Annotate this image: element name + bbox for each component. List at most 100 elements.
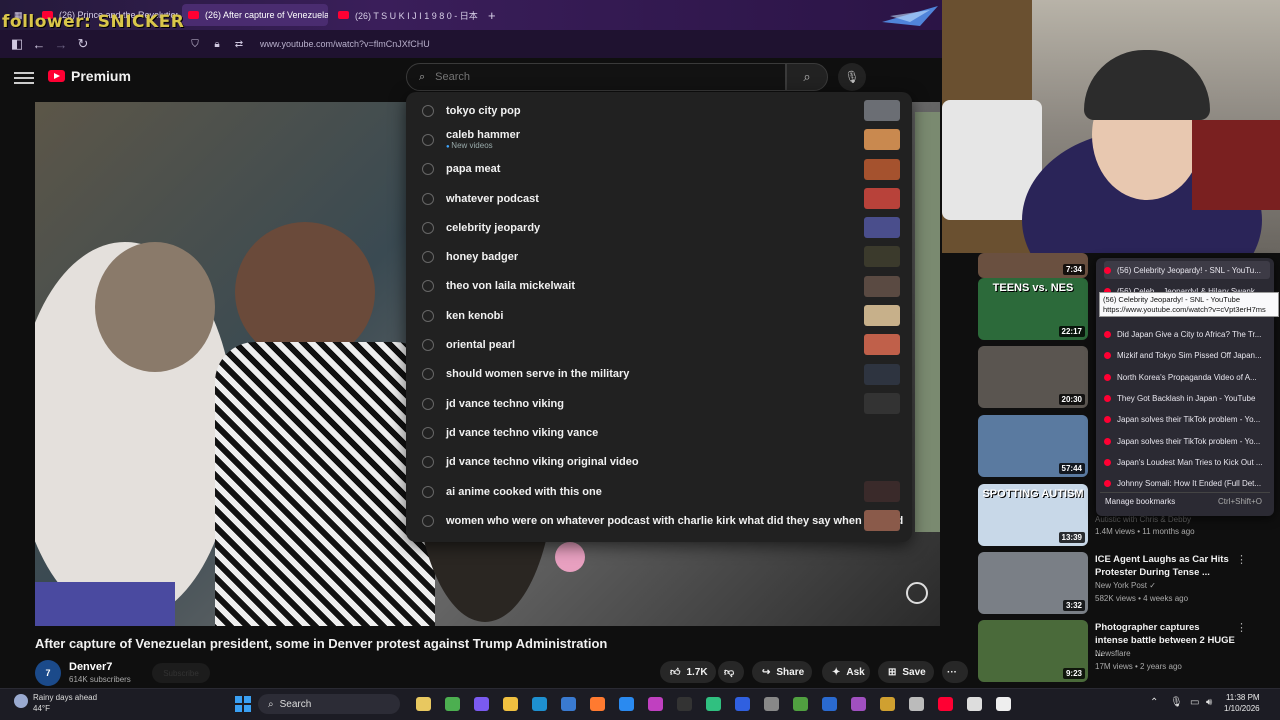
suggestion-thumbnail[interactable] [864,334,900,356]
app-p-icon[interactable] [648,697,663,711]
edge-app-icon[interactable] [532,697,547,711]
suggestion-thumbnail[interactable] [864,510,900,532]
bookmark-item[interactable]: Japan's Loudest Man Tries to Kick Out ..… [1104,453,1270,471]
forward-arrow-icon[interactable]: → [50,33,72,55]
bookmark-item[interactable]: Johnny Somali: How It Ended (Full Det... [1104,474,1270,492]
windows-start-icon[interactable] [235,696,251,712]
volume-icon[interactable]: 🔊︎ [1206,697,1212,708]
recommendation-thumbnail[interactable]: TEENS vs. NES 22:17 [978,278,1088,340]
suggestion-item[interactable]: should women serve in the military [406,360,912,389]
recommendation-thumbnail[interactable]: 20:30 [978,346,1088,408]
bookmark-item[interactable]: North Korea's Propaganda Video of A... [1104,368,1270,386]
save-button[interactable]: ⊞ Save [878,661,934,683]
channel-name[interactable]: Denver7 [69,661,112,673]
suggestion-item[interactable]: celebrity jeopardy [406,213,912,242]
bookmark-item[interactable]: Japan solves their TikTok problem - Yo..… [1104,432,1270,450]
messenger-app-icon[interactable] [619,697,634,711]
new-tab-button[interactable]: + [482,4,504,26]
sidebar-toggle-icon[interactable]: ◧ [6,33,28,55]
permissions-icon[interactable]: ⇄ [228,33,250,55]
recommendation-channel[interactable]: Newsflare [1095,649,1131,658]
display-icon[interactable]: ▭ [1190,697,1199,708]
more-options-icon[interactable]: ⋮ [1236,553,1247,566]
tab-venezuela[interactable]: (26) After capture of Venezuela... ✕ [182,4,328,26]
recommendation-thumbnail[interactable]: SPOTTING AUTISM 13:39 [978,484,1088,546]
ask-button[interactable]: ✦ Ask [822,661,870,683]
app-green-icon[interactable] [706,697,721,711]
share-button[interactable]: ↪ Share [752,661,812,683]
suggestion-item[interactable]: ai anime cooked with this one [406,477,912,506]
suggestion-thumbnail[interactable] [864,217,900,239]
reload-icon[interactable]: ↻ [72,33,94,55]
more-options-icon[interactable]: ⋮ [1236,621,1247,634]
firefox-app-icon[interactable] [590,697,605,711]
dislike-button[interactable]: 👎︎ [718,661,744,683]
terminal-app-icon[interactable] [677,697,692,711]
weather-widget[interactable]: Rainy days ahead 44°F [33,692,97,714]
channel-avatar[interactable]: 7 [35,660,61,686]
app-purple-icon[interactable] [851,697,866,711]
folder-app-icon[interactable] [503,697,518,711]
notepad-app-icon[interactable] [996,697,1011,711]
lock-icon[interactable]: 🔒︎ [206,33,228,55]
suggestion-thumbnail[interactable] [864,187,900,209]
tab-tsukiji[interactable]: (26) T S U K I J I 1 9 8 0 - 日本... ✕ [332,4,478,26]
recommendation-thumbnail[interactable]: 9:23 [978,620,1088,682]
taskbar-search[interactable]: ⌕ Search [258,694,400,714]
mail-app-icon[interactable] [822,697,837,711]
voice-search-button[interactable]: 🎙︎ [838,63,866,91]
suggestion-item[interactable]: jd vance techno viking [406,389,912,418]
suggestion-item[interactable]: ken kenobi [406,301,912,330]
url-text[interactable]: www.youtube.com/watch?v=flmCnJXfCHU [260,39,430,49]
subscribe-button[interactable]: Subscribe [152,663,210,683]
store-app-icon[interactable] [561,697,576,711]
recommendation-channel[interactable]: Autistic with Chris & Debby [1095,515,1191,524]
suggestion-item[interactable]: caleb hammerNew videos [406,125,912,154]
more-actions-button[interactable]: ··· [942,661,968,683]
bookmark-item[interactable]: They Got Backlash in Japan - YouTube [1104,389,1270,407]
suggestion-item[interactable]: jd vance techno viking vance [406,418,912,447]
suggestion-item[interactable]: jd vance techno viking original video [406,448,912,477]
search-input[interactable] [435,71,766,83]
suggestion-item[interactable]: theo von laila mickelwait [406,272,912,301]
file-explorer-app-icon[interactable] [416,697,431,711]
menu-icon[interactable] [14,68,34,88]
recommendation-thumbnail[interactable]: 57:44 [978,415,1088,477]
suggestion-item[interactable]: tokyo city pop [406,96,912,125]
suggestion-thumbnail[interactable] [864,305,900,327]
like-button[interactable]: 👍︎ 1.7K [660,661,716,683]
suggestion-thumbnail[interactable] [864,480,900,502]
bookmark-item[interactable]: Mizkif and Tokyo Sim Pissed Off Japan... [1104,346,1270,364]
shield-icon[interactable]: ⛉ [184,33,206,55]
manage-bookmarks-item[interactable]: Manage bookmarks [1105,497,1175,506]
suggestion-item[interactable]: whatever podcast [406,184,912,213]
app-circle-icon[interactable] [909,697,924,711]
suggestion-item[interactable]: women who were on whatever podcast with … [406,506,912,535]
bookmark-item[interactable]: (56) Celebrity Jeopardy! - SNL - YouTu..… [1104,261,1270,279]
copilot-app-icon[interactable] [474,697,489,711]
app-gold-icon[interactable] [880,697,895,711]
suggestion-thumbnail[interactable] [864,246,900,268]
chrome-app-icon[interactable] [445,697,460,711]
recommendation-channel[interactable]: New York Post ✓ [1095,581,1156,590]
app-blue-icon[interactable] [735,697,750,711]
recommendation-title[interactable]: ICE Agent Laughs as Car Hits Protester D… [1095,553,1235,579]
suggestion-item[interactable]: papa meat [406,155,912,184]
app-leaf-icon[interactable] [793,697,808,711]
recommendation-thumbnail[interactable]: 7:34 [978,253,1088,278]
suggestion-thumbnail[interactable] [864,158,900,180]
settings-app-icon[interactable] [764,697,779,711]
youtube-app-icon[interactable] [938,697,953,711]
chevron-up-icon[interactable]: ⌃ [1150,697,1158,708]
back-arrow-icon[interactable]: ← [28,33,50,55]
suggestion-thumbnail[interactable] [864,129,900,151]
youtube-logo[interactable]: Premium [48,68,131,84]
cursor-app-icon[interactable] [967,697,982,711]
bookmark-item[interactable]: Did Japan Give a City to Africa? The Tr.… [1104,325,1270,343]
suggestion-thumbnail[interactable] [864,363,900,385]
recommendation-thumbnail[interactable]: 3:32 [978,552,1088,614]
search-box[interactable]: ⌕ [406,63,786,91]
suggestion-item[interactable]: honey badger [406,242,912,271]
suggestion-item[interactable]: oriental pearl [406,330,912,359]
suggestion-thumbnail[interactable] [864,275,900,297]
